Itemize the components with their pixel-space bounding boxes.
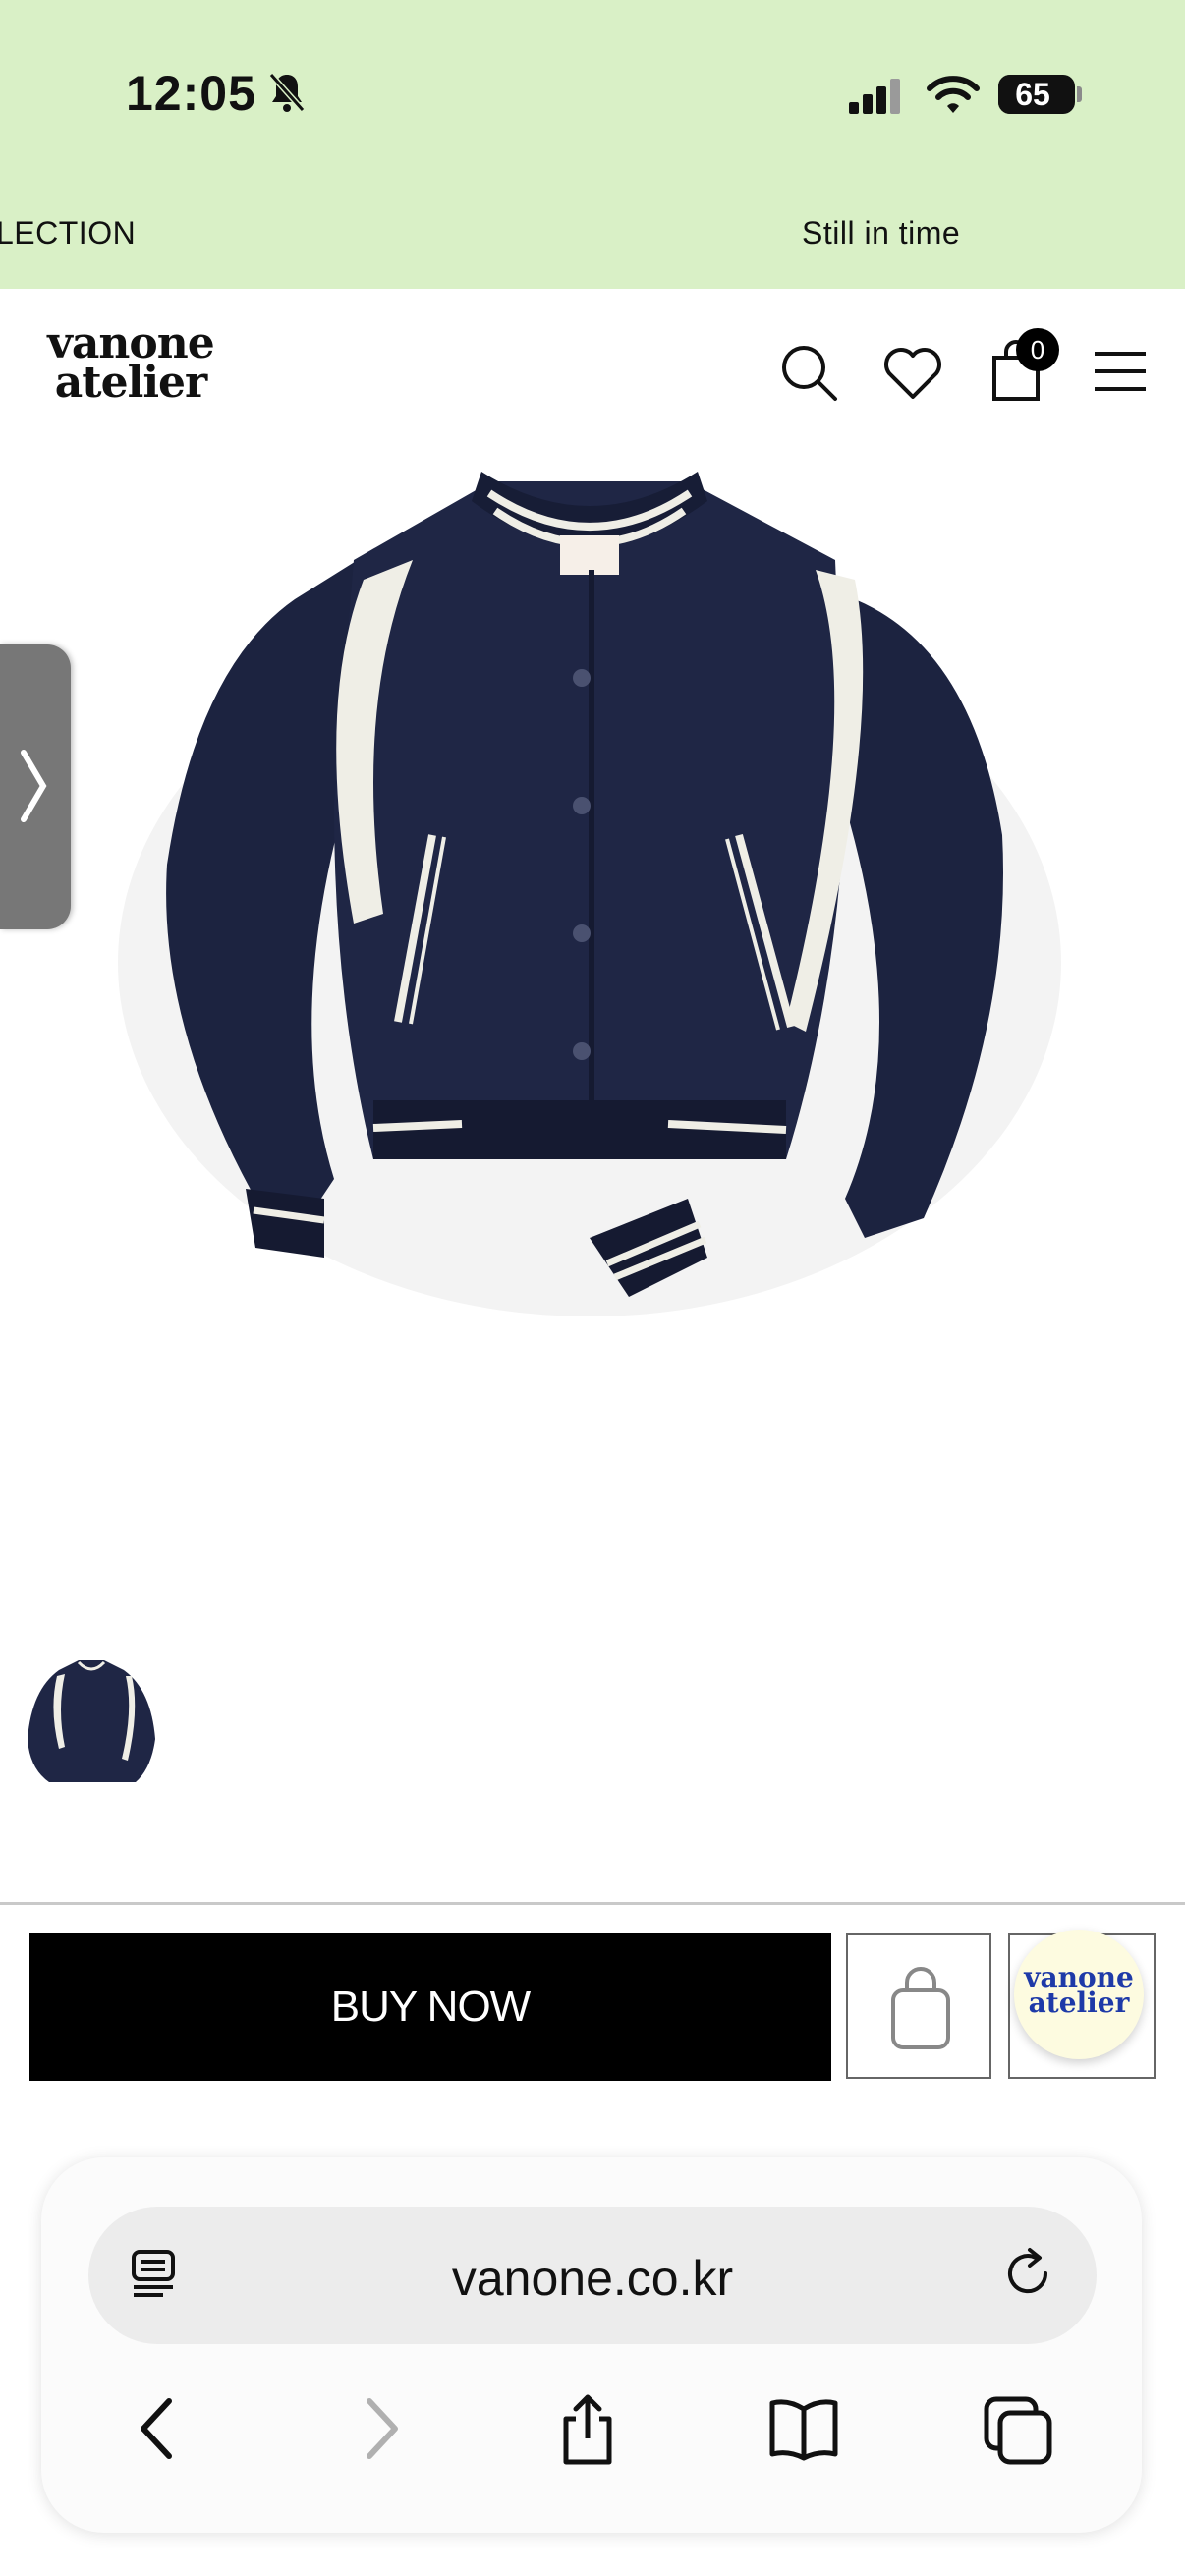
top-announcement-band xyxy=(0,0,1185,289)
bookmarks-icon[interactable] xyxy=(764,2389,843,2468)
battery-level: 65 xyxy=(1015,77,1050,112)
bell-slash-icon xyxy=(268,73,306,112)
product-thumbnail[interactable] xyxy=(20,1651,163,1808)
brand-logo[interactable]: vanone atelier xyxy=(37,322,224,408)
search-icon[interactable] xyxy=(776,340,841,405)
product-image-varsity-jacket[interactable] xyxy=(0,413,1185,1493)
url-text[interactable]: vanone.co.kr xyxy=(88,2250,1097,2307)
chevron-right-icon[interactable] xyxy=(14,747,53,825)
reload-icon[interactable] xyxy=(998,2244,1057,2303)
tabs-icon[interactable] xyxy=(981,2389,1059,2468)
chat-logo-line2: atelier xyxy=(1028,1987,1130,2019)
bag-outline-icon xyxy=(891,1967,950,2049)
hamburger-icon[interactable] xyxy=(1091,344,1150,399)
buy-now-button[interactable]: BUY NOW xyxy=(29,1933,831,2081)
wifi-icon xyxy=(927,76,980,113)
share-icon[interactable] xyxy=(552,2389,623,2468)
status-time: 12:05 xyxy=(126,66,256,121)
logo-line2: atelier xyxy=(54,358,207,408)
chat-brand-logo[interactable]: vanone atelier xyxy=(1014,1964,1144,2019)
marquee-text-left[interactable]: LECTION xyxy=(0,215,136,252)
battery-icon: 65 xyxy=(998,75,1082,114)
heart-icon[interactable] xyxy=(880,340,945,405)
signal-icon xyxy=(849,79,900,114)
add-to-cart-button[interactable] xyxy=(846,1933,991,2079)
cart-count-badge: 0 xyxy=(1016,328,1059,371)
divider xyxy=(0,1902,1185,1905)
back-icon[interactable] xyxy=(130,2389,189,2468)
marquee-text-right[interactable]: Still in time xyxy=(802,215,960,252)
forward-icon[interactable] xyxy=(350,2389,409,2468)
